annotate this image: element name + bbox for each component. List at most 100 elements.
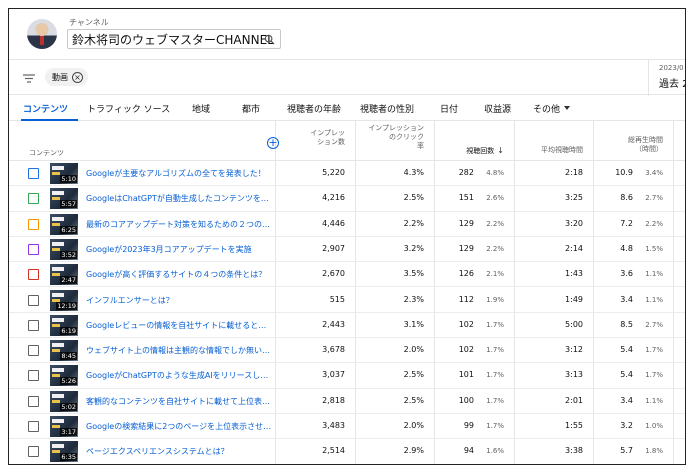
tab-date[interactable]: 日付 <box>440 102 458 115</box>
video-title-link[interactable]: 最新のコアアップデート対策を知るための２つの重要… <box>86 219 272 230</box>
video-title-link[interactable]: インフルエンサーとは？ <box>86 295 272 306</box>
video-title-link[interactable]: Googleが2023年3月コアアップデートを実施 <box>86 244 272 255</box>
table-row[interactable]: 8:45 ウェブサイト上の情報は主観的な情報でしか無い！【… 3,678 2.0% 10… <box>9 338 685 364</box>
row-checkbox[interactable] <box>28 193 39 205</box>
channel-search-input[interactable]: 鈴木将司のウェブマスターCHANNEL <box>67 29 281 49</box>
tab-more[interactable]: その他 <box>533 102 571 115</box>
video-thumbnail[interactable]: 12:19 <box>50 289 78 311</box>
video-thumbnail[interactable]: 2:47 <box>50 264 78 286</box>
row-checkbox[interactable] <box>28 218 39 230</box>
column-header-avg-duration[interactable]: 平均視聴時間 <box>541 146 583 155</box>
video-thumbnail[interactable]: 6:35 <box>50 441 78 463</box>
table-row[interactable]: 3:52 Googleが2023年3月コアアップデートを実施 2,907 3.2% 12… <box>9 237 685 263</box>
tab-revenue-source[interactable]: 収益源 <box>484 102 511 115</box>
column-header-line: 視聴回数 <box>466 147 495 155</box>
video-thumbnail[interactable]: 6:19 <box>50 314 78 336</box>
video-title-link[interactable]: GoogleはChatGPTが自動生成したコンテンツをどうや… <box>86 193 272 204</box>
cell-ctr: 2.5% <box>403 370 424 380</box>
cell-watch-time: 5.4 <box>620 370 633 380</box>
column-header-views[interactable]: 視聴回数 ↓ <box>466 146 504 156</box>
cell-watch-time-percent: 2.7% <box>645 194 663 203</box>
cell-avg-duration: 3:12 <box>565 345 583 355</box>
video-title-link[interactable]: Googleが主要なアルゴリズムの全てを発表した！ <box>86 168 272 179</box>
cell-impressions: 2,670 <box>322 269 345 279</box>
video-title-link[interactable]: ページエクスペリエンスシステムとは？ <box>86 446 272 457</box>
channel-avatar[interactable] <box>27 19 57 49</box>
video-thumbnail[interactable]: 5:57 <box>50 188 78 210</box>
video-duration: 6:35 <box>60 453 77 462</box>
cell-views: 94 <box>463 446 474 456</box>
row-checkbox[interactable] <box>28 370 39 382</box>
table-row[interactable]: 5:57 GoogleはChatGPTが自動生成したコンテンツをどうや… 4,216… <box>9 186 685 212</box>
tab-geography[interactable]: 地域 <box>192 102 210 115</box>
row-checkbox[interactable] <box>28 168 39 179</box>
cell-watch-time-percent: 2.2% <box>645 219 663 228</box>
cell-ctr: 2.2% <box>403 218 424 228</box>
cell-views-percent: 1.7% <box>486 422 504 430</box>
row-checkbox[interactable] <box>28 395 39 407</box>
cell-watch-time-percent: 1.1% <box>645 396 663 405</box>
column-header-ctr[interactable]: インプレッション のクリック 率 <box>368 124 424 151</box>
video-thumbnail[interactable]: 5:02 <box>50 390 78 412</box>
tab-traffic-source[interactable]: トラフィック ソース <box>87 102 170 115</box>
cell-ctr: 2.5% <box>403 395 424 405</box>
add-column-icon[interactable]: + <box>267 137 279 149</box>
date-range-selector[interactable]: 過去 2 <box>659 75 685 90</box>
row-checkbox[interactable] <box>28 345 39 357</box>
table-row[interactable]: 5:02 客観的なコンテンツを自社サイトに載せて上位表示す… 2,818 2.5% 10… <box>9 389 685 414</box>
cell-avg-duration: 3:13 <box>565 370 583 380</box>
filter-chip-video[interactable]: 動画 × <box>45 68 88 86</box>
cell-watch-time-percent: 1.8% <box>645 447 663 456</box>
video-thumbnail[interactable]: 3:52 <box>50 238 78 260</box>
row-checkbox[interactable] <box>28 446 39 458</box>
row-checkbox[interactable] <box>28 269 39 281</box>
video-duration: 5:57 <box>60 200 77 209</box>
table-row[interactable]: 6:19 Googleレビューの情報を自社サイトに載せるというの… 2,443 3.1… <box>9 313 685 339</box>
tab-content[interactable]: コンテンツ <box>23 102 68 115</box>
row-checkbox[interactable] <box>28 421 39 432</box>
tab-viewer-gender[interactable]: 視聴者の性別 <box>360 102 414 115</box>
table-row[interactable]: 2:47 Googleが高く評価するサイトの４つの条件とは？ 2,670 3.5% 12… <box>9 262 685 288</box>
column-header-content[interactable]: コンテンツ <box>29 149 64 158</box>
video-title-link[interactable]: 客観的なコンテンツを自社サイトに載せて上位表示す… <box>86 396 272 407</box>
video-title-link[interactable]: Googleの検索結果に2つのページを上位表示させる方法 <box>86 421 272 432</box>
cell-views-percent: 1.7% <box>486 396 504 405</box>
video-thumbnail[interactable]: 5:10 <box>50 163 78 184</box>
video-thumbnail[interactable]: 8:45 <box>50 340 78 362</box>
cell-impressions: 3,483 <box>322 421 345 430</box>
row-checkbox[interactable] <box>28 294 39 306</box>
video-title-link[interactable]: Googleが高く評価するサイトの４つの条件とは？ <box>86 269 272 280</box>
video-title-link[interactable]: GoogleがChatGPTのような生成AIをリリースした！【… <box>86 370 272 381</box>
sort-down-icon: ↓ <box>497 146 504 155</box>
table-row[interactable]: 12:19 インフルエンサーとは？ 515 2.3% 112 1.9% 1:49 3.4 1.1… <box>9 288 685 313</box>
column-header-line: インプレッション <box>368 124 424 132</box>
cell-impressions: 3,037 <box>322 370 345 380</box>
cell-ctr: 3.1% <box>403 319 424 329</box>
cell-watch-time-percent: 1.7% <box>645 346 663 355</box>
search-icon[interactable] <box>264 34 275 45</box>
cell-views-percent: 2.2% <box>486 219 504 228</box>
video-title-link[interactable]: Googleレビューの情報を自社サイトに載せるというの… <box>86 320 272 331</box>
table-row[interactable]: 3:17 Googleの検索結果に2つのページを上位表示させる方法 3,483 2.0… <box>9 414 685 440</box>
chevron-down-icon <box>564 106 571 110</box>
filter-icon[interactable] <box>23 74 35 83</box>
row-checkbox[interactable] <box>28 243 39 255</box>
column-header-impressions[interactable]: インプレッ ション数 <box>310 129 345 147</box>
cell-watch-time: 5.7 <box>620 446 633 456</box>
video-thumbnail[interactable]: 3:17 <box>50 416 78 437</box>
row-checkbox[interactable] <box>28 319 39 331</box>
table-row[interactable]: 6:25 最新のコアアップデート対策を知るための２つの重要… 4,446 2.2% 12… <box>9 212 685 237</box>
tab-city[interactable]: 都市 <box>242 102 260 115</box>
table-row[interactable]: 5:10 Googleが主要なアルゴリズムの全てを発表した！ 5,220 4.3% 28… <box>9 161 685 187</box>
filter-bar: 動画 × 2023/0 過去 2 <box>9 59 685 96</box>
date-range-start: 2023/0 <box>659 64 684 72</box>
video-title-link[interactable]: ウェブサイト上の情報は主観的な情報でしか無い！【… <box>86 345 272 356</box>
column-header-watch-time[interactable]: 総再生時間 （時間） <box>628 136 663 154</box>
table-row[interactable]: 6:35 ページエクスペリエンスシステムとは？ 2,514 2.9% 94 1.6% 3:3… <box>9 439 685 464</box>
tab-viewer-age[interactable]: 視聴者の年齢 <box>287 102 341 115</box>
video-thumbnail[interactable]: 5:26 <box>50 365 78 387</box>
video-thumbnail[interactable]: 6:25 <box>50 213 78 235</box>
video-duration: 3:17 <box>60 428 77 436</box>
table-row[interactable]: 5:26 GoogleがChatGPTのような生成AIをリリースした！【… 3,03… <box>9 363 685 389</box>
close-icon[interactable]: × <box>72 71 83 83</box>
